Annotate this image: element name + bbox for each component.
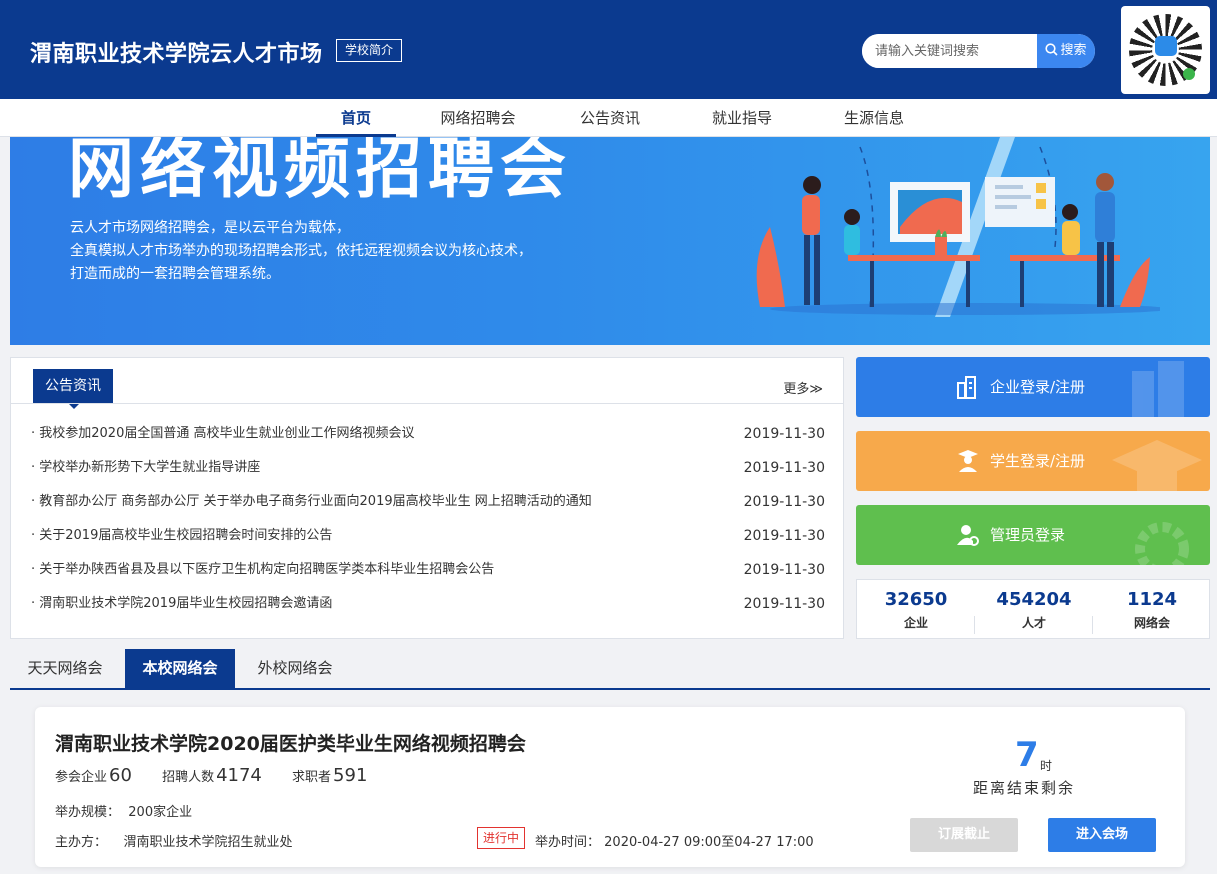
fair-time: 举办时间： 2020-04-27 09:00至04-27 17:00: [535, 831, 814, 850]
notice-date: 2019-11-30: [743, 528, 825, 544]
graduation-cap-icon: [1112, 440, 1202, 491]
companies-label: 参会企业: [55, 770, 108, 785]
notice-item[interactable]: · 渭南职业技术学院2019届毕业生校园招聘会邀请函 2019-11-30: [31, 594, 825, 614]
notice-item[interactable]: · 教育部办公厅 商务部办公厅 关于举办电子商务行业面向2019届高校毕业生 网…: [31, 492, 825, 512]
main-nav: 首页 网络招聘会 公告资讯 就业指导 生源信息: [0, 99, 1217, 137]
qr-logo-icon: [1155, 36, 1177, 56]
notice-item[interactable]: · 关于举办陕西省县及县以下医疗卫生机构定向招聘医学类本科毕业生招聘会公告 20…: [31, 560, 825, 580]
divider: [11, 403, 843, 404]
time-value: 2020-04-27 09:00至04-27 17:00: [604, 835, 814, 850]
stat-fairs: 1124 网络会: [1093, 580, 1211, 638]
notice-item[interactable]: · 学校举办新形势下大学生就业指导讲座 2019-11-30: [31, 458, 825, 478]
school-intro-button[interactable]: 学校简介: [336, 39, 403, 62]
seekers-label: 求职者: [292, 770, 332, 785]
remaining-unit: 时: [1040, 759, 1053, 773]
status-badge: 进行中: [477, 827, 526, 849]
nav-item-home[interactable]: 首页: [316, 99, 396, 137]
stat-talents: 454204 人才: [975, 580, 1093, 638]
fair-title[interactable]: 渭南职业技术学院2020届医护类毕业生网络视频招聘会: [55, 729, 526, 756]
stats-panel: 32650 企业 454204 人才 1124 网络会: [856, 579, 1210, 639]
banner-line: 打造而成的一套招聘会管理系统。: [70, 266, 280, 282]
company-login-label: 企业登录/注册: [990, 378, 1086, 396]
fair-organizer: 主办方： 渭南职业技术学院招生就业处: [55, 831, 293, 850]
banner-illustration: [756, 137, 1160, 317]
search-input[interactable]: [862, 34, 1037, 68]
stat-companies: 32650 企业: [857, 580, 975, 638]
search-button[interactable]: 搜索: [1037, 34, 1095, 68]
site-header: 渭南职业技术学院云人才市场 学校简介 搜索: [0, 0, 1217, 99]
building-icon: [1132, 361, 1184, 417]
scale-label: 举办规模：: [55, 805, 121, 820]
site-title[interactable]: 渭南职业技术学院云人才市场: [30, 36, 323, 68]
notice-title[interactable]: · 我校参加2020届全国普通 高校毕业生就业创业工作网络视频会议: [31, 424, 414, 444]
stat-label: 企业: [903, 616, 928, 630]
stat-label: 网络会: [1133, 616, 1170, 630]
admin-login-button[interactable]: 管理员登录: [856, 505, 1210, 565]
organizer-value: 渭南职业技术学院招生就业处: [123, 835, 293, 850]
search-icon: [1045, 43, 1059, 56]
notice-date: 2019-11-30: [743, 494, 825, 510]
notice-date: 2019-11-30: [743, 562, 825, 578]
banner-title: 网络视频招聘会: [68, 137, 572, 207]
notice-more-link[interactable]: 更多≫: [783, 378, 823, 397]
stat-value: 32650: [884, 589, 948, 610]
notice-title[interactable]: · 渭南职业技术学院2019届毕业生校园招聘会邀请函: [31, 594, 332, 614]
notice-date: 2019-11-30: [743, 426, 825, 442]
company-login-button[interactable]: 企业登录/注册: [856, 357, 1210, 417]
fair-metrics: 参会企业 60 招聘人数 4174 求职者 591: [55, 765, 393, 786]
student-login-label: 学生登录/注册: [990, 452, 1086, 470]
remaining-label: 距离结束剩余: [973, 779, 1076, 797]
stat-value: 454204: [996, 589, 1072, 610]
companies-count: 60: [109, 765, 132, 786]
fair-card: 渭南职业技术学院2020届医护类毕业生网络视频招聘会 参会企业 60 招聘人数 41…: [35, 707, 1185, 867]
enter-venue-button[interactable]: 进入会场: [1048, 818, 1156, 852]
admin-login-label: 管理员登录: [990, 526, 1066, 544]
fair-scale: 举办规模： 200家企业: [55, 801, 192, 820]
notice-tab[interactable]: 公告资讯: [33, 369, 113, 409]
nav-item-career-guide[interactable]: 就业指导: [698, 99, 786, 137]
building-icon: [957, 376, 976, 399]
fair-tabs: 天天网络会 本校网络会 外校网络会: [10, 649, 1210, 690]
nav-item-notices[interactable]: 公告资讯: [566, 99, 654, 137]
admin-icon: [957, 525, 979, 546]
remaining-count: 7: [1015, 735, 1039, 775]
stat-value: 1124: [1126, 589, 1178, 610]
tab-daily-fair[interactable]: 天天网络会: [10, 649, 120, 688]
search-button-label: 搜索: [1060, 43, 1087, 58]
search-box: 搜索: [862, 34, 1095, 68]
qr-badge-icon: [1183, 68, 1195, 80]
notice-title[interactable]: · 学校举办新形势下大学生就业指导讲座: [31, 458, 260, 478]
tab-other-school-fair[interactable]: 外校网络会: [240, 649, 350, 688]
banner-description: 云人才市场网络招聘会，是以云平台为载体， 全真模拟人才市场举办的现场招聘会形式，…: [70, 217, 532, 286]
notice-date: 2019-11-30: [743, 460, 825, 476]
hero-banner[interactable]: 网络视频招聘会 云人才市场网络招聘会，是以云平台为载体， 全真模拟人才市场举办的…: [10, 137, 1210, 345]
gear-icon: [1135, 522, 1189, 565]
seekers-count: 591: [333, 765, 368, 786]
student-login-button[interactable]: 学生登录/注册: [856, 431, 1210, 491]
positions-count: 4174: [216, 765, 262, 786]
time-label: 举办时间：: [535, 835, 601, 850]
notice-title[interactable]: · 关于举办陕西省县及县以下医疗卫生机构定向招聘医学类本科毕业生招聘会公告: [31, 560, 494, 580]
notice-title[interactable]: · 教育部办公厅 商务部办公厅 关于举办电子商务行业面向2019届高校毕业生 网…: [31, 492, 592, 512]
notice-date: 2019-11-30: [743, 596, 825, 612]
booking-closed-button[interactable]: 订展截止: [910, 818, 1018, 852]
student-icon: [958, 450, 978, 472]
tab-school-fair[interactable]: 本校网络会: [125, 649, 235, 688]
notice-panel: 公告资讯 更多≫ · 我校参加2020届全国普通 高校毕业生就业创业工作网络视频…: [10, 357, 844, 639]
notice-title[interactable]: · 关于2019届高校毕业生校园招聘会时间安排的公告: [31, 526, 332, 546]
stat-label: 人才: [1021, 616, 1046, 630]
nav-item-online-fair[interactable]: 网络招聘会: [428, 99, 528, 137]
nav-item-student-source[interactable]: 生源信息: [830, 99, 918, 137]
organizer-label: 主办方：: [55, 835, 108, 850]
scale-value: 200家企业: [128, 805, 193, 820]
banner-line: 全真模拟人才市场举办的现场招聘会形式，依托远程视频会议为核心技术，: [70, 243, 532, 259]
notice-item[interactable]: · 我校参加2020届全国普通 高校毕业生就业创业工作网络视频会议 2019-1…: [31, 424, 825, 444]
notice-item[interactable]: · 关于2019届高校毕业生校园招聘会时间安排的公告 2019-11-30: [31, 526, 825, 546]
qr-code: [1121, 6, 1210, 94]
banner-line: 云人才市场网络招聘会，是以云平台为载体，: [70, 220, 350, 236]
positions-label: 招聘人数: [162, 770, 215, 785]
